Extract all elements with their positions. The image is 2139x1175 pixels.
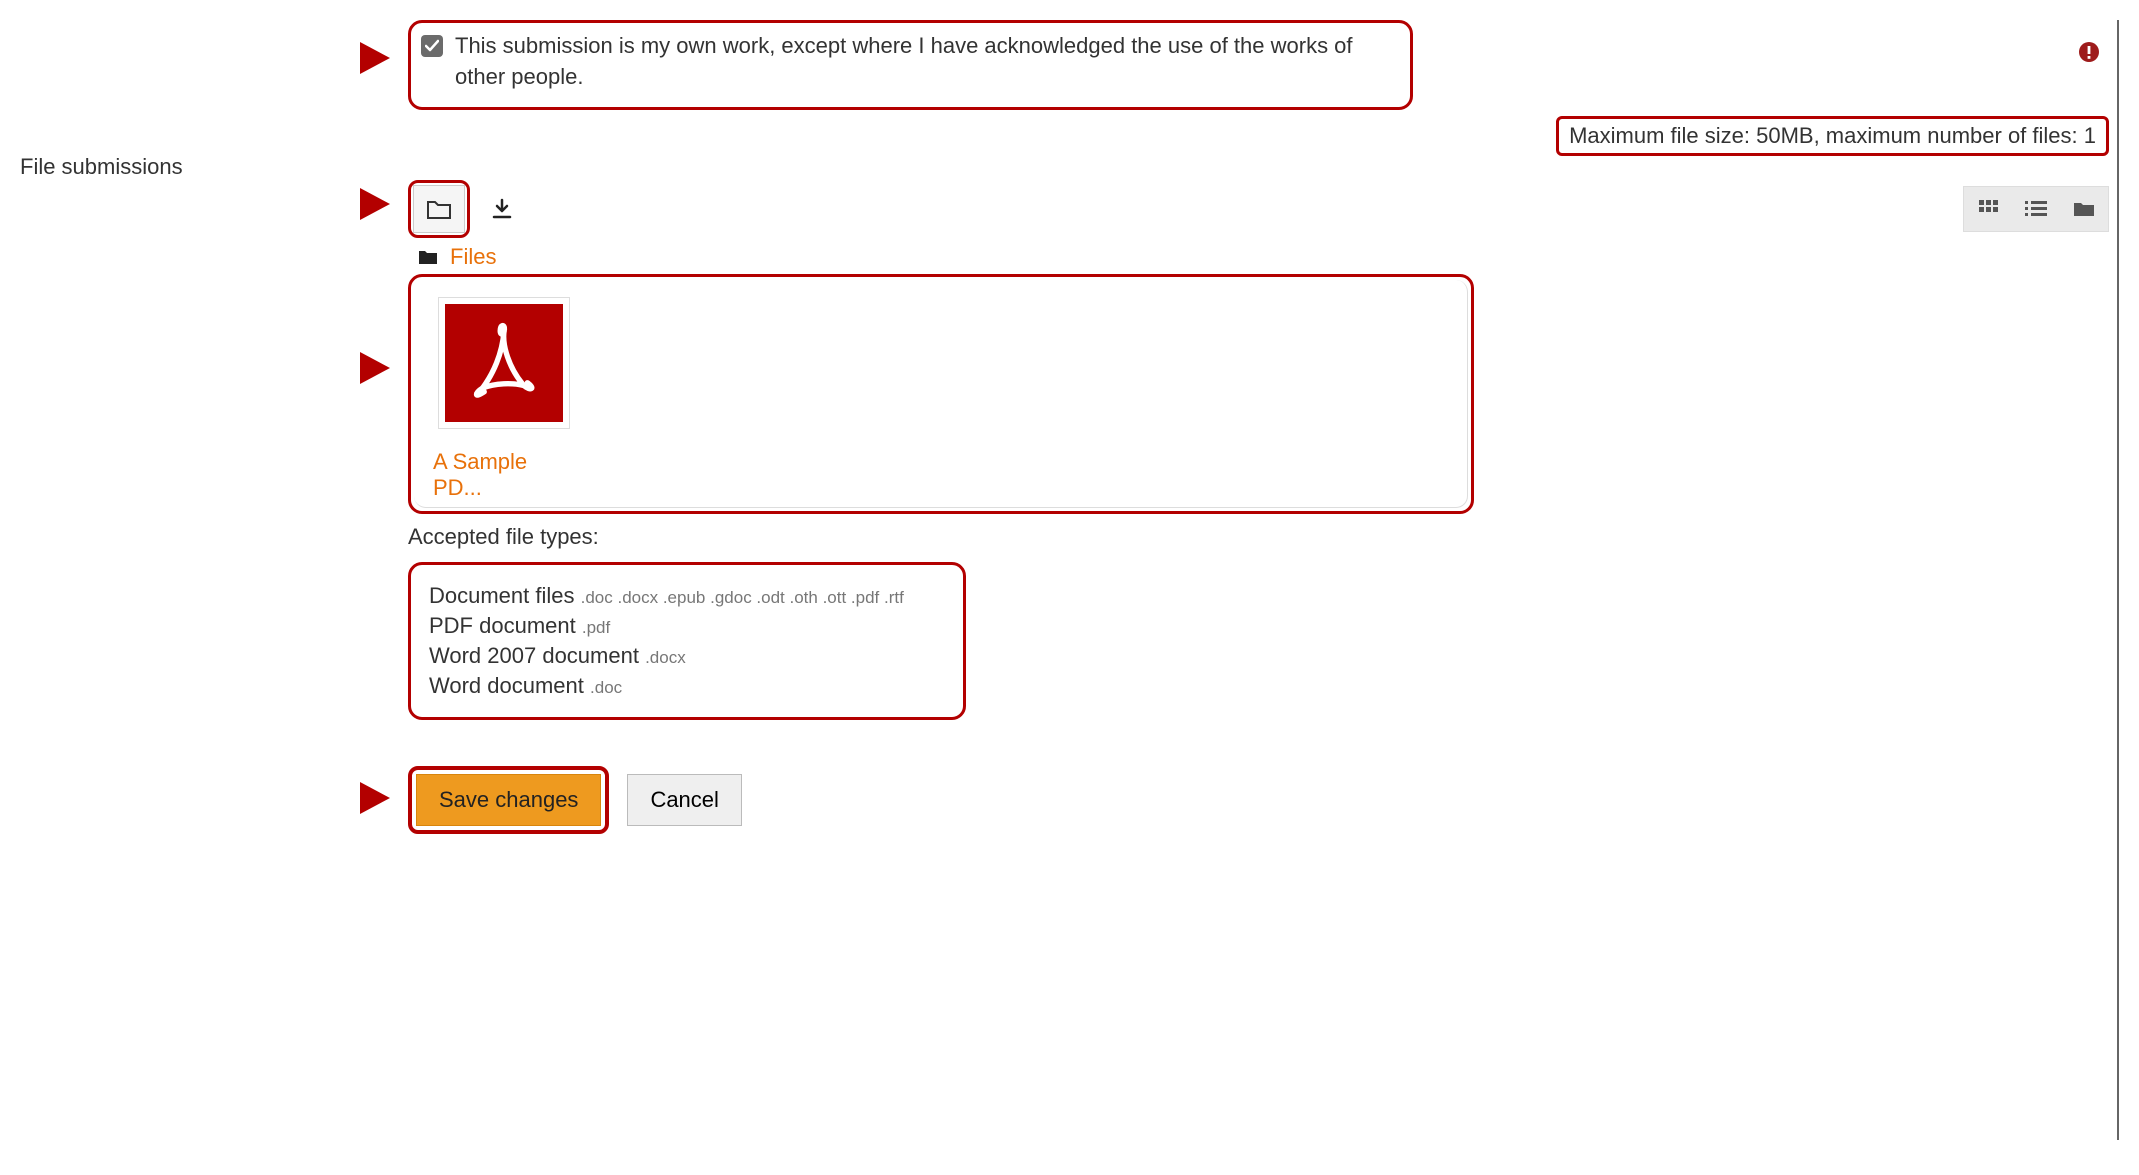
cancel-button[interactable]: Cancel [627,774,741,826]
view-switcher [1963,186,2109,232]
file-name: A Sample PD... [433,449,579,501]
filetype-line: Word 2007 document .docx [429,643,945,669]
file-limits-text: Maximum file size: 50MB, maximum number … [1556,116,2109,156]
section-label: File submissions [20,154,183,179]
add-folder-highlight [408,180,470,238]
filetype-line: Document files .doc .docx .epub .gdoc .o… [429,583,945,609]
filetype-extensions: .docx [645,648,686,667]
uploaded-file[interactable]: A Sample PD... [429,297,579,501]
filetype-label: Document files [429,583,581,608]
filetype-extensions: .doc [590,678,622,697]
breadcrumb-files-link[interactable]: Files [450,244,496,270]
file-drop-area[interactable]: A Sample PD... [408,274,1474,514]
annotation-arrow [360,188,390,220]
view-list-button[interactable] [2012,187,2060,231]
list-icon [2025,200,2047,218]
view-icons-button[interactable] [1964,187,2012,231]
filetype-label: Word 2007 document [429,643,645,668]
filetype-line: Word document .doc [429,673,945,699]
accepted-types-box: Document files .doc .docx .epub .gdoc .o… [408,562,966,720]
accepted-types-label: Accepted file types: [408,524,2109,550]
download-button[interactable] [476,185,528,233]
grid-icon [1978,199,1998,219]
filetype-label: PDF document [429,613,582,638]
file-thumbnail [438,297,570,429]
annotation-arrow [360,782,390,814]
filetype-extensions: .doc .docx .epub .gdoc .odt .oth .ott .p… [581,588,904,607]
declaration-highlight: This submission is my own work, except w… [408,20,1413,110]
breadcrumb: Files [418,244,2109,270]
save-changes-button[interactable]: Save changes [416,774,601,826]
declaration-text: This submission is my own work, except w… [455,31,1396,93]
required-icon [2077,40,2101,64]
add-file-button[interactable] [413,185,465,233]
pdf-icon [445,304,563,422]
filetype-extensions: .pdf [582,618,610,637]
filetype-label: Word document [429,673,590,698]
save-button-highlight: Save changes [408,766,609,834]
filetype-line: PDF document .pdf [429,613,945,639]
folder-outline-icon [426,198,452,220]
annotation-arrow [360,42,390,74]
folder-solid-icon [2073,200,2095,218]
annotation-arrow [360,352,390,384]
folder-icon [418,249,438,265]
view-tree-button[interactable] [2060,187,2108,231]
download-icon [490,197,514,221]
declaration-checkbox[interactable] [421,35,443,57]
